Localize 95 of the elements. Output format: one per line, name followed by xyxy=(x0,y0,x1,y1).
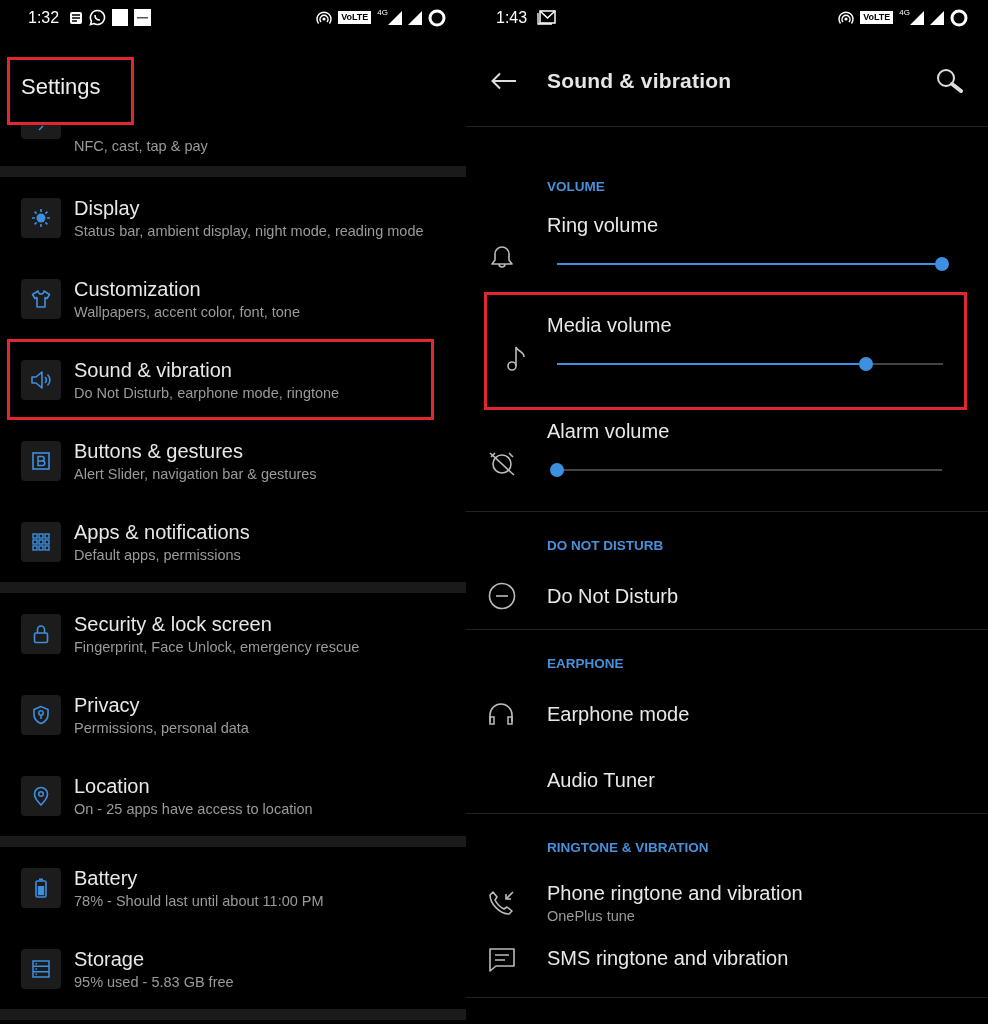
incoming-call-icon xyxy=(488,890,516,916)
item-title: Buttons & gestures xyxy=(74,439,244,463)
section-header: DO NOT DISTURB xyxy=(546,537,665,555)
location-pin-icon xyxy=(33,785,49,806)
notification-icon xyxy=(134,9,152,26)
app-grid-icon xyxy=(32,532,50,551)
setting-row[interactable]: Alarm volume xyxy=(466,410,988,511)
setting-label: Alarm volume xyxy=(547,420,671,443)
setting-row[interactable]: Do Not Disturb xyxy=(466,563,988,629)
item-subtitle: Wallpapers, accent color, font, tone xyxy=(74,303,300,320)
setting-row[interactable]: Phone ringtone and vibration OnePlus tune xyxy=(466,865,988,941)
item-subtitle: 95% used - 5.83 GB free xyxy=(74,973,234,990)
item-title: Customization xyxy=(74,277,202,301)
setting-label: Media volume xyxy=(547,314,673,337)
item-title: Storage xyxy=(74,947,146,971)
setting-subtitle: OnePlus tune xyxy=(547,908,636,924)
message-icon xyxy=(488,947,516,973)
item-subtitle: 78% - Should last until about 11:00 PM xyxy=(74,892,324,909)
section-header: EARPHONE xyxy=(546,655,625,673)
lock-icon xyxy=(33,623,49,644)
slider-thumb[interactable] xyxy=(550,463,564,477)
chat-bubble-icon xyxy=(89,9,107,26)
storage-icon xyxy=(32,959,50,978)
setting-label: Earphone mode xyxy=(547,702,691,726)
do-not-disturb-icon xyxy=(488,582,516,610)
page-title: Settings xyxy=(7,57,134,125)
status-time: 1:32 xyxy=(28,8,60,27)
settings-item[interactable]: Buttons & gestures Alert Slider, navigation bar & gestures xyxy=(0,420,466,501)
shield-key-icon xyxy=(32,704,50,725)
battery-icon xyxy=(35,877,47,898)
item-subtitle: Status bar, ambient display, night mode, reading mode xyxy=(74,222,424,239)
item-title: Apps & notifications xyxy=(74,520,250,544)
setting-label: Ring volume xyxy=(547,214,660,237)
setting-label: SMS ringtone and vibration xyxy=(547,947,790,970)
network-type: 4G xyxy=(377,8,388,17)
settings-item[interactable]: Security & lock screen Fingerprint, Face Unlock, emergency rescue xyxy=(0,593,466,674)
item-subtitle: NFC, cast, tap & pay xyxy=(74,138,208,154)
brightness-icon xyxy=(31,207,51,228)
bell-icon xyxy=(488,244,516,270)
setting-label: Phone ringtone and vibration xyxy=(547,882,804,905)
headphones-icon xyxy=(488,702,514,726)
item-title: Display xyxy=(74,196,141,220)
section-header: VOLUME xyxy=(546,178,606,196)
item-subtitle: Do Not Disturb, earphone mode, ringtone xyxy=(74,384,340,401)
settings-item[interactable]: Display Status bar, ambient display, night mode, reading mode xyxy=(0,177,466,258)
volte-badge: VoLTE xyxy=(860,11,894,24)
hotspot-icon xyxy=(838,10,855,25)
settings-item[interactable]: Storage 95% used - 5.83 GB free xyxy=(0,928,466,1009)
notes-icon xyxy=(69,10,84,25)
nfc-icon xyxy=(38,125,44,131)
settings-item[interactable]: Sound & vibration Do Not Disturb, earphone mode, ringtone xyxy=(7,339,434,420)
alarm-off-icon xyxy=(488,450,516,476)
item-title: Location xyxy=(74,774,151,798)
item-subtitle: Alert Slider, navigation bar & gestures xyxy=(74,465,317,482)
back-arrow-icon[interactable] xyxy=(491,71,517,90)
setting-row[interactable]: Audio Tuner xyxy=(466,747,988,813)
ring-icon xyxy=(950,8,968,27)
settings-item[interactable]: Apps & notifications Default apps, permissions xyxy=(0,501,466,582)
item-title: Sound & vibration xyxy=(74,358,233,382)
slider-thumb[interactable] xyxy=(935,257,949,271)
letter-b-icon xyxy=(32,451,50,470)
item-subtitle: Permissions, personal data xyxy=(74,719,249,736)
status-time: 1:43 xyxy=(496,8,528,27)
item-title: Security & lock screen xyxy=(74,612,273,636)
signal-icon xyxy=(408,10,422,25)
screen-title: Sound & vibration xyxy=(547,68,732,93)
section-header: RINGTONE & VIBRATION xyxy=(546,839,710,857)
settings-item[interactable]: Location On - 25 apps have access to location xyxy=(0,755,466,836)
volte-badge: VoLTE xyxy=(338,11,372,24)
settings-item[interactable]: Battery 78% - Should last until about 11:00 PM xyxy=(0,847,466,928)
mail-icon xyxy=(537,10,557,25)
speaker-icon xyxy=(30,369,52,390)
hotspot-icon xyxy=(316,10,333,25)
settings-item[interactable]: NFC, cast, tap & pay xyxy=(0,125,466,166)
slider-thumb[interactable] xyxy=(858,357,873,371)
setting-row[interactable]: Earphone mode xyxy=(466,681,988,747)
music-note-icon xyxy=(506,344,528,372)
item-subtitle: Default apps, permissions xyxy=(74,546,242,563)
setting-label: Do Not Disturb xyxy=(547,584,680,608)
signal-icon xyxy=(930,10,944,25)
signal-icon xyxy=(910,10,924,25)
square-icon xyxy=(112,9,129,26)
item-title: Privacy xyxy=(74,693,141,717)
item-subtitle: On - 25 apps have access to location xyxy=(74,800,313,817)
signal-icon xyxy=(388,10,402,25)
settings-item[interactable]: Privacy Permissions, personal data xyxy=(0,674,466,755)
setting-row[interactable]: SMS ringtone and vibration xyxy=(466,941,988,997)
settings-item[interactable]: Customization Wallpapers, accent color, font, tone xyxy=(0,258,466,339)
shirt-icon xyxy=(31,288,51,309)
ring-icon xyxy=(428,8,446,27)
item-title: Battery xyxy=(74,866,139,890)
network-type: 4G xyxy=(899,8,910,17)
item-subtitle: Fingerprint, Face Unlock, emergency rescue xyxy=(74,638,360,655)
setting-label: Audio Tuner xyxy=(547,768,656,792)
search-icon[interactable] xyxy=(936,67,964,94)
